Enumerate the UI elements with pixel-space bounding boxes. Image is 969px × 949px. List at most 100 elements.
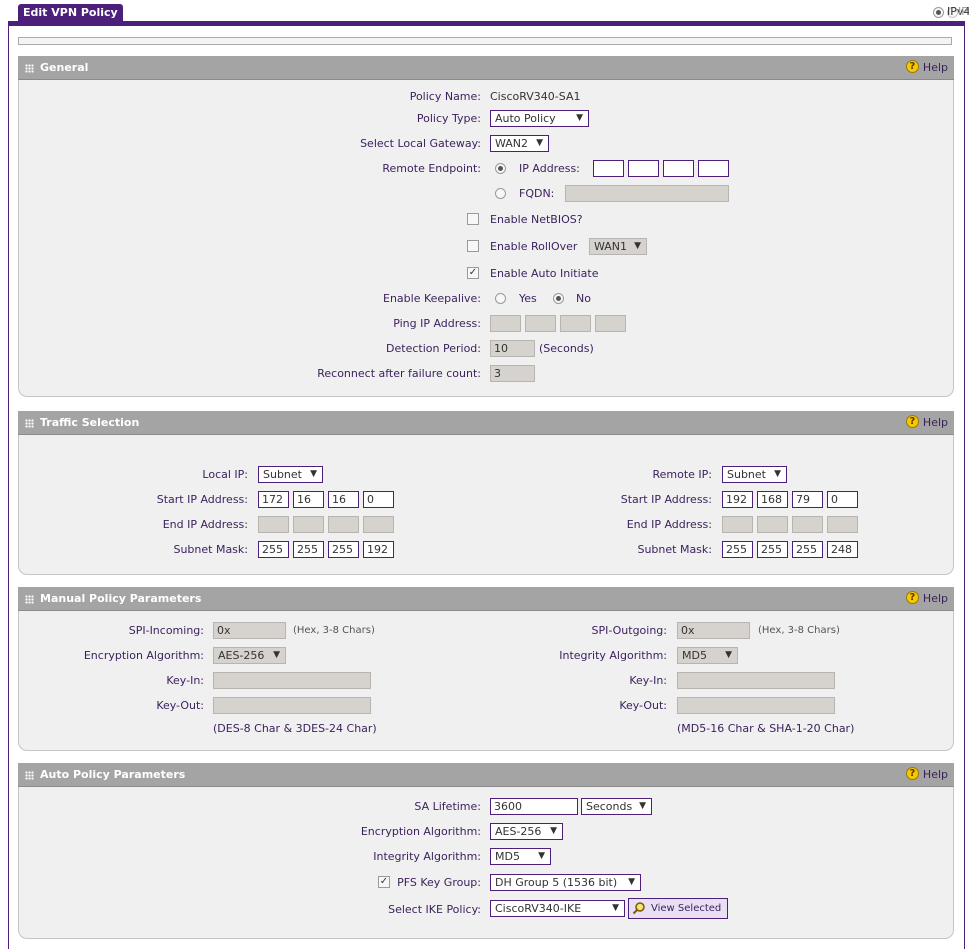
help-icon: ? [905,414,919,428]
manual-help[interactable]: ? Help [905,587,948,611]
auto-initiate-checkbox[interactable]: ✓ [467,267,479,279]
int-key-out-label: Key-Out: [619,699,667,712]
help-icon: ? [905,590,919,604]
remote-start-ip-octet-2[interactable]: 168 [757,491,788,508]
traffic-body: Local IP: Subnet ▼ Start IP Address: 172 … [18,435,954,575]
remote-ip-octet-2[interactable] [628,160,659,177]
reconnect-count-input[interactable]: 3 [490,365,535,382]
remote-ip-octet-1[interactable] [593,160,624,177]
chevron-down-icon: ▼ [550,826,557,836]
detection-period-input[interactable]: 10 [490,340,535,357]
general-body: Policy Name: CiscoRV340-SA1 Policy Type:… [18,80,954,397]
remote-end-ip-octet-4[interactable] [827,516,858,533]
auto-enc-select[interactable]: AES-256 ▼ [490,823,563,840]
ipv4-radio[interactable] [932,6,944,18]
remote-mask-octet-4[interactable]: 248 [827,541,858,558]
auto-int-select[interactable]: MD5 ▼ [490,848,551,865]
remote-ip-type-select[interactable]: Subnet ▼ [722,466,787,483]
policy-type-select[interactable]: Auto Policy ▼ [490,110,589,127]
local-mask-octet-2[interactable]: 255 [293,541,324,558]
remote-end-ip-octet-2[interactable] [757,516,788,533]
auto-policy-title: Auto Policy Parameters [40,768,186,781]
local-mask-octet-4[interactable]: 192 [363,541,394,558]
auto-policy-section: Auto Policy Parameters ? Help SA Lifetime… [18,763,954,939]
auto-help[interactable]: ? Help [905,763,948,787]
key-out-input[interactable] [213,697,371,714]
remote-start-ip-octet-4[interactable]: 0 [827,491,858,508]
int-key-out-input[interactable] [677,697,835,714]
pfs-checkbox[interactable]: ✓ [378,876,390,888]
local-start-ip-octet-3[interactable]: 16 [328,491,359,508]
local-end-ip-octet-4[interactable] [363,516,394,533]
spi-outgoing-input[interactable]: 0x [677,622,750,639]
ike-policy-select[interactable]: CiscoRV340-IKE ▼ [490,900,625,917]
enc-key-hint: (DES-8 Char & 3DES-24 Char) [213,722,377,735]
help-icon: ? [905,59,919,73]
ping-ip-octet-1[interactable] [490,315,521,332]
remote-start-ip-octet-1[interactable]: 192 [722,491,753,508]
grip-icon [25,594,34,604]
int-key-in-input[interactable] [677,672,835,689]
ping-ip-octet-2[interactable] [525,315,556,332]
traffic-title: Traffic Selection [40,416,140,429]
fqdn-input[interactable] [565,185,729,202]
local-end-ip-octet-2[interactable] [293,516,324,533]
remote-ip-octet-4[interactable] [698,160,729,177]
traffic-section: Traffic Selection ? Help Local IP: Subnet… [18,411,954,575]
edit-vpn-policy-tab: Edit VPN Policy [18,4,123,22]
general-help[interactable]: ? Help [905,56,948,80]
remote-fqdn-radio[interactable] [495,188,506,199]
view-selected-button[interactable]: View Selected [628,898,728,919]
chevron-down-icon: ▼ [725,650,732,660]
help-icon: ? [905,766,919,780]
ike-policy-label: Select IKE Policy: [388,903,481,916]
local-gateway-select[interactable]: WAN2 ▼ [490,135,549,152]
local-start-ip-octet-2[interactable]: 16 [293,491,324,508]
local-end-ip-octet-3[interactable] [328,516,359,533]
local-end-ip-label: End IP Address: [162,518,248,531]
policy-name-label: Policy Name: [409,90,481,103]
local-end-ip-octet-1[interactable] [258,516,289,533]
spi-incoming-input[interactable]: 0x [213,622,286,639]
grip-icon [25,63,34,73]
remote-mask-octet-2[interactable]: 255 [757,541,788,558]
remote-end-ip-octet-3[interactable] [792,516,823,533]
local-start-ip-octet-1[interactable]: 172 [258,491,289,508]
sa-unit-select[interactable]: Seconds ▼ [581,798,652,815]
remote-ip-radio[interactable] [495,163,506,174]
local-mask-octet-3[interactable]: 255 [328,541,359,558]
manual-enc-select[interactable]: AES-256 ▼ [213,647,286,664]
local-ip-label: Local IP: [202,468,248,481]
chevron-down-icon: ▼ [612,903,619,913]
local-ip-type-select[interactable]: Subnet ▼ [258,466,323,483]
sa-lifetime-input[interactable]: 3600 [490,798,578,815]
key-in-label: Key-In: [166,674,204,687]
remote-ip-octet-3[interactable] [663,160,694,177]
pfs-group-select[interactable]: DH Group 5 (1536 bit) ▼ [490,874,641,891]
manual-int-select[interactable]: MD5 ▼ [677,647,738,664]
ping-ip-octet-3[interactable] [560,315,591,332]
key-in-input[interactable] [213,672,371,689]
remote-end-ip-octet-1[interactable] [722,516,753,533]
ping-ip-octet-4[interactable] [595,315,626,332]
auto-policy-header: Auto Policy Parameters ? Help [18,763,954,787]
chevron-down-icon: ▼ [538,851,545,861]
ping-ip-label: Ping IP Address: [393,317,481,330]
int-key-in-label: Key-In: [629,674,667,687]
spi-incoming-hint: (Hex, 3-8 Chars) [293,625,375,636]
traffic-help[interactable]: ? Help [905,411,948,435]
remote-mask-octet-1[interactable]: 255 [722,541,753,558]
rollover-checkbox[interactable] [467,240,479,252]
rollover-wan-select[interactable]: WAN1 ▼ [589,238,647,255]
local-gateway-label: Select Local Gateway: [360,137,481,150]
remote-mask-octet-3[interactable]: 255 [792,541,823,558]
local-mask-octet-1[interactable]: 255 [258,541,289,558]
local-start-ip-octet-4[interactable]: 0 [363,491,394,508]
keepalive-yes-radio[interactable] [495,293,506,304]
chevron-down-icon: ▼ [576,113,583,123]
remote-start-ip-octet-3[interactable]: 79 [792,491,823,508]
netbios-checkbox[interactable] [467,213,479,225]
chevron-down-icon: ▼ [273,650,280,660]
policy-name-value: CiscoRV340-SA1 [490,90,581,103]
keepalive-no-radio[interactable] [553,293,564,304]
